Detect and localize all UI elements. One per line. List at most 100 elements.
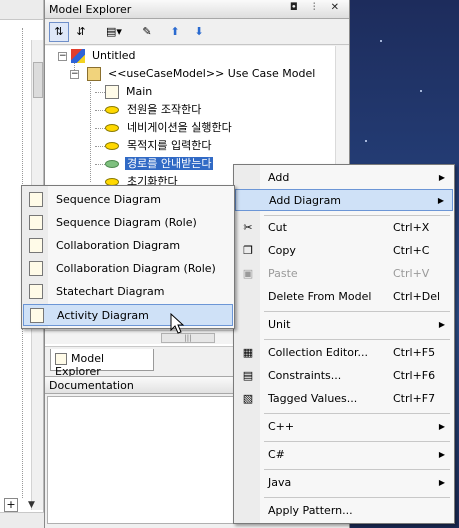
menu-item-add[interactable]: Add ▶ xyxy=(235,167,453,189)
submenu-item-label: Sequence Diagram (Role) xyxy=(56,216,197,229)
tree-node-usecase[interactable]: 전원을 조작한다 xyxy=(105,101,203,119)
menu-shortcut: Ctrl+V xyxy=(393,267,430,280)
package-icon xyxy=(87,67,101,81)
star xyxy=(420,90,422,92)
menu-item-label: Constraints... xyxy=(268,369,342,382)
menu-item-label: C++ xyxy=(268,420,295,433)
documentation-title: Documentation xyxy=(49,379,134,392)
menu-item-cpp[interactable]: C++ ▶ xyxy=(235,416,453,438)
menu-item-add-diagram[interactable]: Add Diagram ▶ xyxy=(235,189,453,211)
collapse-toggle-icon[interactable]: − xyxy=(58,52,67,61)
menu-separator xyxy=(264,215,450,216)
usecase-icon xyxy=(105,160,119,168)
tree-line xyxy=(95,164,105,165)
menu-shortcut: Ctrl+X xyxy=(393,221,430,234)
menu-shortcut: Ctrl+C xyxy=(393,244,430,257)
move-up-icon[interactable]: ⬆ xyxy=(165,22,185,42)
menu-item-label: Add Diagram xyxy=(269,194,342,207)
sort-by-kind-icon[interactable]: ⇅ xyxy=(49,22,69,42)
sort-by-name-icon[interactable]: ⇵ xyxy=(71,22,91,42)
submenu-item-label: Collaboration Diagram (Role) xyxy=(56,262,216,275)
tree-node-label: 목적지를 입력한다 xyxy=(127,139,212,152)
submenu-item-sequence-diagram[interactable]: Sequence Diagram xyxy=(23,189,233,211)
submenu-arrow-icon: ▶ xyxy=(438,320,445,329)
menu-item-paste[interactable]: ▣ Paste Ctrl+V xyxy=(235,263,453,285)
tab-model-explorer[interactable]: Model Explorer xyxy=(50,349,154,378)
add-element-dropdown-icon[interactable]: ▤▾ xyxy=(101,22,127,42)
activity-diagram-icon xyxy=(30,308,44,323)
menu-separator xyxy=(264,441,450,442)
menu-item-label: Add xyxy=(268,171,290,184)
constraints-icon: ▤ xyxy=(242,369,254,382)
menu-shortcut: Ctrl+F6 xyxy=(393,369,436,382)
usecase-icon xyxy=(105,124,119,132)
paste-icon: ▣ xyxy=(242,267,254,280)
panel-title: Model Explorer xyxy=(49,3,132,16)
menu-item-collection-editor[interactable]: ▦ Collection Editor... Ctrl+F5 xyxy=(235,342,453,364)
tree-node-model[interactable]: <<useCaseModel>> Use Case Model xyxy=(87,65,317,83)
tagged-values-icon: ▧ xyxy=(242,392,254,405)
menu-item-tagged-values[interactable]: ▧ Tagged Values... Ctrl+F7 xyxy=(235,388,453,410)
panel-window-buttons[interactable]: ◘ ⫶ ✕ xyxy=(290,2,345,13)
menu-shortcut: Ctrl+F7 xyxy=(393,392,436,405)
tree-node-root[interactable]: Untitled xyxy=(71,47,138,65)
submenu-item-sequence-diagram-role[interactable]: Sequence Diagram (Role) xyxy=(23,212,233,234)
menu-item-label: Java xyxy=(268,476,292,489)
scroll-down-arrow-icon[interactable]: ▼ xyxy=(28,500,35,510)
menu-item-copy[interactable]: ❐ Copy Ctrl+C xyxy=(235,240,453,262)
submenu-item-label: Sequence Diagram xyxy=(56,193,161,206)
submenu-arrow-icon: ▶ xyxy=(438,478,445,487)
usecase-diagram-icon xyxy=(105,85,119,99)
submenu-arrow-icon: ▶ xyxy=(438,173,445,182)
sequence-diagram-icon xyxy=(29,192,43,207)
menu-item-label: Delete From Model xyxy=(268,290,372,303)
menu-item-cut[interactable]: ✂ Cut Ctrl+X xyxy=(235,217,453,239)
menu-item-label: Cut xyxy=(268,221,287,234)
usecase-icon xyxy=(105,106,119,114)
menu-shortcut: Ctrl+F5 xyxy=(393,346,436,359)
submenu-item-label: Statechart Diagram xyxy=(56,285,165,298)
tree-node-label: <<useCaseModel>> Use Case Model xyxy=(108,67,316,80)
star xyxy=(365,140,367,142)
editor-topbar xyxy=(0,0,43,20)
menu-separator xyxy=(264,311,450,312)
tree-node-usecase-selected[interactable]: 경로를 안내받는다 xyxy=(105,155,214,173)
properties-icon[interactable]: ✎ xyxy=(137,22,157,42)
menu-item-constraints[interactable]: ▤ Constraints... Ctrl+F6 xyxy=(235,365,453,387)
editor-bottombar xyxy=(0,512,44,528)
menu-item-apply-pattern[interactable]: Apply Pattern... xyxy=(235,500,453,522)
menu-item-label: C# xyxy=(268,448,285,461)
sequence-role-diagram-icon xyxy=(29,215,43,230)
tree-node-label: 경로를 안내받는다 xyxy=(125,157,214,170)
submenu-item-label: Activity Diagram xyxy=(57,309,149,322)
collaboration-role-diagram-icon xyxy=(29,261,43,276)
copy-icon: ❐ xyxy=(243,244,253,257)
menu-item-unit[interactable]: Unit ▶ xyxy=(235,314,453,336)
submenu-item-collaboration-diagram[interactable]: Collaboration Diagram xyxy=(23,235,233,257)
menu-separator xyxy=(264,469,450,470)
expand-plus-icon[interactable]: + xyxy=(4,498,18,512)
tree-node-diagram[interactable]: Main xyxy=(105,83,154,101)
tree-node-label: 네비게이션을 실행한다 xyxy=(127,121,232,134)
tree-line xyxy=(95,128,105,129)
menu-separator xyxy=(264,339,450,340)
menu-separator xyxy=(264,497,450,498)
move-down-icon[interactable]: ⬇ xyxy=(189,22,209,42)
menu-item-delete-from-model[interactable]: Delete From Model Ctrl+Del xyxy=(235,286,453,308)
tree-node-usecase[interactable]: 네비게이션을 실행한다 xyxy=(105,119,234,137)
collapse-toggle-icon[interactable]: − xyxy=(70,70,79,79)
model-explorer-icon xyxy=(55,353,67,365)
submenu-item-collaboration-diagram-role[interactable]: Collaboration Diagram (Role) xyxy=(23,258,233,280)
submenu-item-statechart-diagram[interactable]: Statechart Diagram xyxy=(23,281,233,303)
menu-separator xyxy=(264,413,450,414)
panel-titlebar: Model Explorer ◘ ⫶ ✕ xyxy=(45,0,349,19)
menu-item-csharp[interactable]: C# ▶ xyxy=(235,444,453,466)
menu-item-label: Copy xyxy=(268,244,296,257)
menu-item-java[interactable]: Java ▶ xyxy=(235,472,453,494)
tree-node-usecase[interactable]: 목적지를 입력한다 xyxy=(105,137,213,155)
editor-scroll-thumb[interactable] xyxy=(33,62,43,98)
collection-editor-icon: ▦ xyxy=(242,346,254,359)
scissors-icon: ✂ xyxy=(243,221,253,234)
submenu-arrow-icon: ▶ xyxy=(438,422,445,431)
submenu-item-activity-diagram[interactable]: Activity Diagram xyxy=(23,304,233,326)
